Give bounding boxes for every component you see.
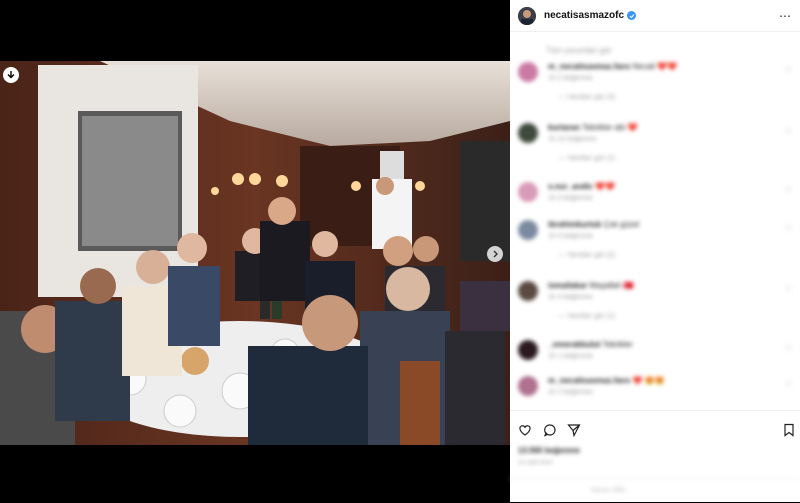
post-media <box>0 0 510 502</box>
comment-meta: 1h 1 beğenme <box>548 353 593 360</box>
add-comment-placeholder: Yorum ekle... <box>590 487 631 494</box>
see-all-comments-link[interactable]: Tüm yorumları gör <box>546 46 611 55</box>
commenter-avatar[interactable] <box>518 182 538 202</box>
comment-meta: 1h 4 beğenme <box>548 294 593 301</box>
like-comment-icon[interactable]: ♡ <box>785 224 792 233</box>
comment-item: m_necatisasmaz.fans ❤️ 😍😍 1h 2 beğenme ♡ <box>518 376 792 406</box>
commenter-avatar[interactable] <box>518 376 538 396</box>
post-actions-bar <box>510 410 800 447</box>
post-header: necatisasmazofc ⋯ <box>510 0 800 32</box>
comment-item: ibrahimkurtuk Çok güzel 1h 5 beğenme — Y… <box>518 220 792 270</box>
comment-item: kurtaran Tebrikler abi ❤️ 1h 10 beğenme … <box>518 123 792 173</box>
likes-count[interactable]: 13.560 beğenme <box>518 446 580 455</box>
post-date: 15 saat önce <box>518 460 553 466</box>
commenter-avatar[interactable] <box>518 123 538 143</box>
comments-list: Tüm yorumları gör m_necatisasmaz.fans Ne… <box>510 34 800 406</box>
like-comment-icon[interactable]: ♡ <box>785 285 792 294</box>
like-comment-icon[interactable]: ♡ <box>785 380 792 389</box>
comment-text: m_necatisasmaz.fans Necati ❤️❤️ <box>548 62 678 71</box>
save-bookmark-icon[interactable] <box>782 423 796 437</box>
comment-meta: 1h 2 beğenme <box>548 75 593 82</box>
post-photo <box>0 61 510 445</box>
commenter-avatar[interactable] <box>518 340 538 360</box>
like-comment-icon[interactable]: ♡ <box>785 344 792 353</box>
view-replies-link[interactable]: — Yanıtları gör (2) <box>558 252 615 259</box>
commenter-avatar[interactable] <box>518 281 538 301</box>
comment-item: m_necatisasmaz.fans Necati ❤️❤️ 1h 2 beğ… <box>518 62 792 112</box>
comment-meta: 1h 10 beğenme <box>548 136 597 143</box>
comment-meta: 1h 3 beğenme <box>548 195 593 202</box>
add-comment-field[interactable]: Yorum ekle... <box>510 478 800 503</box>
verified-badge-icon <box>627 11 637 20</box>
comment-text: ismailakar Maşallah 🇹🇷 <box>548 281 634 290</box>
post-side-panel: necatisasmazofc ⋯ Tüm yorumları gör m_ne… <box>510 0 800 502</box>
like-comment-icon[interactable]: ♡ <box>785 127 792 136</box>
comment-text: s.nur_andic ❤️❤️ <box>548 182 616 191</box>
commenter-avatar[interactable] <box>518 62 538 82</box>
author-avatar[interactable] <box>518 6 536 25</box>
comment-item: ismailakar Maşallah 🇹🇷 1h 4 beğenme — Ya… <box>518 281 792 331</box>
comment-text: m_necatisasmaz.fans ❤️ 😍😍 <box>548 376 665 385</box>
download-icon[interactable] <box>3 67 19 83</box>
author-username[interactable]: necatisasmazofc <box>544 10 624 21</box>
comment-meta: 1h 2 beğenme <box>548 389 593 396</box>
view-replies-link[interactable]: — Yanıtları gör (3) <box>558 94 615 101</box>
next-slide-icon[interactable] <box>487 246 503 262</box>
comment-meta: 1h 5 beğenme <box>548 233 593 240</box>
like-comment-icon[interactable]: ♡ <box>785 186 792 195</box>
comment-bubble-icon[interactable] <box>543 423 557 437</box>
comment-text: ibrahimkurtuk Çok güzel <box>548 220 640 229</box>
like-comment-icon[interactable]: ♡ <box>785 66 792 75</box>
view-replies-link[interactable]: — Yanıtları gör (1) <box>558 155 615 162</box>
more-options-icon[interactable]: ⋯ <box>779 9 792 23</box>
share-send-icon[interactable] <box>567 423 581 437</box>
comment-text: _omerakbulut Tebrikler <box>548 340 633 349</box>
comment-text: kurtaran Tebrikler abi ❤️ <box>548 123 638 132</box>
view-replies-link[interactable]: — Yanıtları gör (1) <box>558 313 615 320</box>
commenter-avatar[interactable] <box>518 220 538 240</box>
like-heart-icon[interactable] <box>518 423 532 437</box>
